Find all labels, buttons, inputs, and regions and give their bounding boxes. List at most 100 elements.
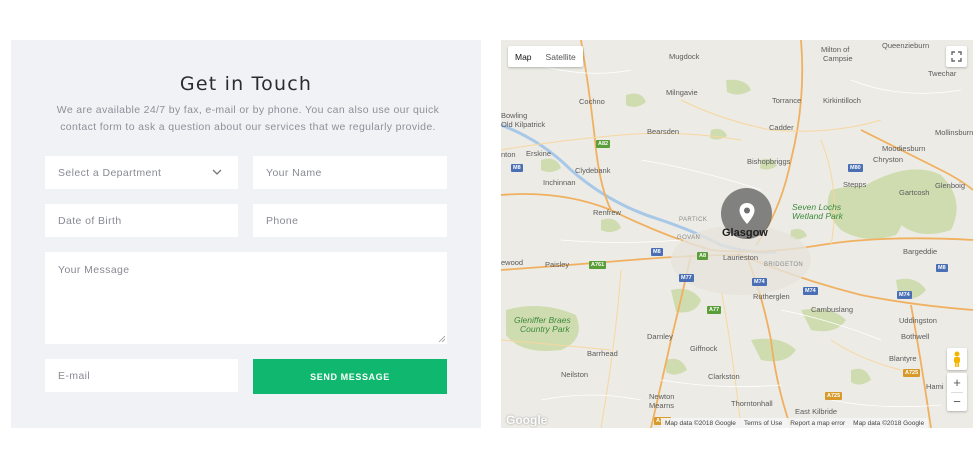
send-message-button[interactable]: SEND MESSAGE — [253, 359, 447, 394]
place-left-nton: nton — [501, 150, 516, 159]
place-stepps: Stepps — [843, 180, 867, 189]
place-neilston: Neilston — [561, 370, 589, 379]
place-thorntonhall: Thorntonhall — [731, 399, 773, 408]
place-glenboig: Glenboig — [935, 181, 966, 190]
message-textarea[interactable]: Your Message — [45, 252, 447, 344]
place-cambuslang: Cambuslang — [811, 305, 854, 314]
fullscreen-icon — [951, 51, 962, 62]
place-clarkston: Clarkston — [708, 372, 740, 381]
road-m8: M8 — [511, 164, 523, 172]
place-kirkintilloch: Kirkintilloch — [823, 96, 861, 105]
road-m77: M77 — [679, 274, 694, 282]
place-partick: PARTICK — [679, 217, 708, 223]
place-renfrew: Renfrew — [593, 208, 621, 217]
place-bishopbriggs: Bishopbriggs — [747, 157, 791, 166]
zoom-control: + − — [947, 373, 967, 411]
place-elderslie: ewood — [501, 258, 524, 267]
place-twechar: Twechar — [928, 69, 957, 78]
place-barrhead: Barrhead — [587, 349, 618, 358]
road-a82: A82 — [596, 140, 611, 148]
email-placeholder: E-mail — [58, 369, 91, 382]
place-bowling: Bowling — [501, 111, 528, 120]
place-campsie1: Campsie — [823, 54, 853, 63]
road-a8: A8 — [697, 252, 709, 260]
name-placeholder: Your Name — [266, 166, 322, 179]
road-m74-far: M74 — [897, 291, 912, 299]
message-placeholder: Your Message — [58, 264, 130, 276]
map-panel[interactable]: Map Satellite Mugdock Milton of Campsie … — [501, 40, 973, 428]
place-oldkilpatrick: Old Kilpatrick — [501, 120, 546, 129]
place-erskine: Erskine — [526, 149, 552, 158]
footer-report-link[interactable]: Report a map error — [790, 420, 845, 427]
map-type-satellite-button[interactable]: Satellite — [539, 46, 583, 67]
place-clydebank: Clydebank — [575, 166, 611, 175]
footer-map-data: Map data ©2018 Google — [665, 419, 736, 427]
place-bearsden: Bearsden — [647, 127, 680, 136]
place-eastkilbride: East Kilbride — [795, 407, 838, 416]
phone-placeholder: Phone — [266, 214, 299, 227]
road-a77: A77 — [707, 306, 722, 314]
street-view-button[interactable] — [947, 348, 967, 370]
place-milton: Milton of — [821, 45, 850, 54]
place-cadder: Cadder — [769, 123, 794, 132]
place-mugdock: Mugdock — [669, 52, 700, 61]
department-placeholder: Select a Department — [58, 166, 162, 179]
road-m8-east: M8 — [936, 264, 948, 272]
contact-title: Get in Touch — [179, 73, 313, 95]
contact-panel: Get in Touch We are available 24/7 by fa… — [11, 40, 481, 428]
place-paisley: Paisley — [545, 260, 570, 269]
place-bargeddie: Bargeddie — [903, 247, 938, 256]
place-hamilton: Hami — [926, 382, 944, 391]
dob-field[interactable]: Date of Birth — [45, 204, 238, 237]
place-govan: GOVAN — [677, 235, 701, 241]
place-moodiesburn: Moodiesburn — [882, 144, 926, 153]
place-torrance: Torrance — [772, 96, 802, 105]
place-mearns: Mearns — [649, 401, 675, 410]
place-bothwell: Bothwell — [901, 332, 930, 341]
marker-city-label: Glasgow — [722, 227, 768, 239]
email-field[interactable]: E-mail — [45, 359, 238, 392]
place-laurieston: Laurieston — [723, 253, 759, 262]
road-m80: M80 — [848, 164, 863, 172]
resize-handle-icon[interactable] — [438, 335, 445, 342]
place-darnley: Darnley — [647, 332, 673, 341]
map-type-map-button[interactable]: Map — [508, 46, 539, 67]
department-select[interactable]: Select a Department — [45, 156, 238, 189]
map-type-control: Map Satellite — [508, 46, 583, 67]
fullscreen-button[interactable] — [946, 46, 967, 67]
road-m74: M74 — [752, 278, 767, 286]
google-logo: Google — [506, 413, 548, 427]
place-queenzieburn: Queenzieburn — [882, 41, 930, 50]
contact-intro: We are available 24/7 by fax, e-mail or … — [56, 104, 440, 133]
footer-map-data-right: Map data ©2018 Google — [853, 419, 925, 427]
name-field[interactable]: Your Name — [253, 156, 447, 189]
dob-placeholder: Date of Birth — [58, 214, 122, 227]
place-rutherglen: Rutherglen — [753, 292, 790, 301]
chevron-down-icon — [212, 169, 222, 175]
place-newton: Newton — [649, 392, 675, 401]
place-milngavie: Milngavie — [666, 88, 698, 97]
footer-terms-link[interactable]: Terms of Use — [744, 420, 782, 427]
zoom-in-button[interactable]: + — [953, 374, 961, 392]
road-m74-east: M74 — [803, 287, 818, 295]
place-mollinsburn: Mollinsburn — [935, 128, 973, 137]
place-blantyre: Blantyre — [889, 354, 917, 363]
map-pin-icon — [739, 202, 754, 224]
place-gartcosh: Gartcosh — [899, 188, 930, 197]
place-wetlandpark: Wetland Park — [792, 211, 843, 221]
place-countrypark: Country Park — [520, 324, 570, 334]
place-giffnock: Giffnock — [690, 344, 718, 353]
page: Get in Touch We are available 24/7 by fa… — [0, 0, 980, 471]
road-m8-center: M8 — [651, 248, 663, 256]
zoom-out-button[interactable]: − — [953, 393, 961, 411]
place-bridgeton: BRIDGETON — [764, 262, 804, 268]
place-cochno: Cochno — [579, 97, 605, 106]
pegman-icon — [954, 351, 960, 367]
map-footer: Map data ©2018 Google Terms of Use Repor… — [661, 418, 929, 428]
road-a725-south: A725 — [825, 392, 843, 400]
road-a725: A725 — [903, 369, 921, 377]
place-uddingston: Uddingston — [899, 316, 937, 325]
place-chryston: Chryston — [873, 155, 904, 164]
phone-field[interactable]: Phone — [253, 204, 447, 237]
road-a761: A761 — [589, 261, 607, 269]
